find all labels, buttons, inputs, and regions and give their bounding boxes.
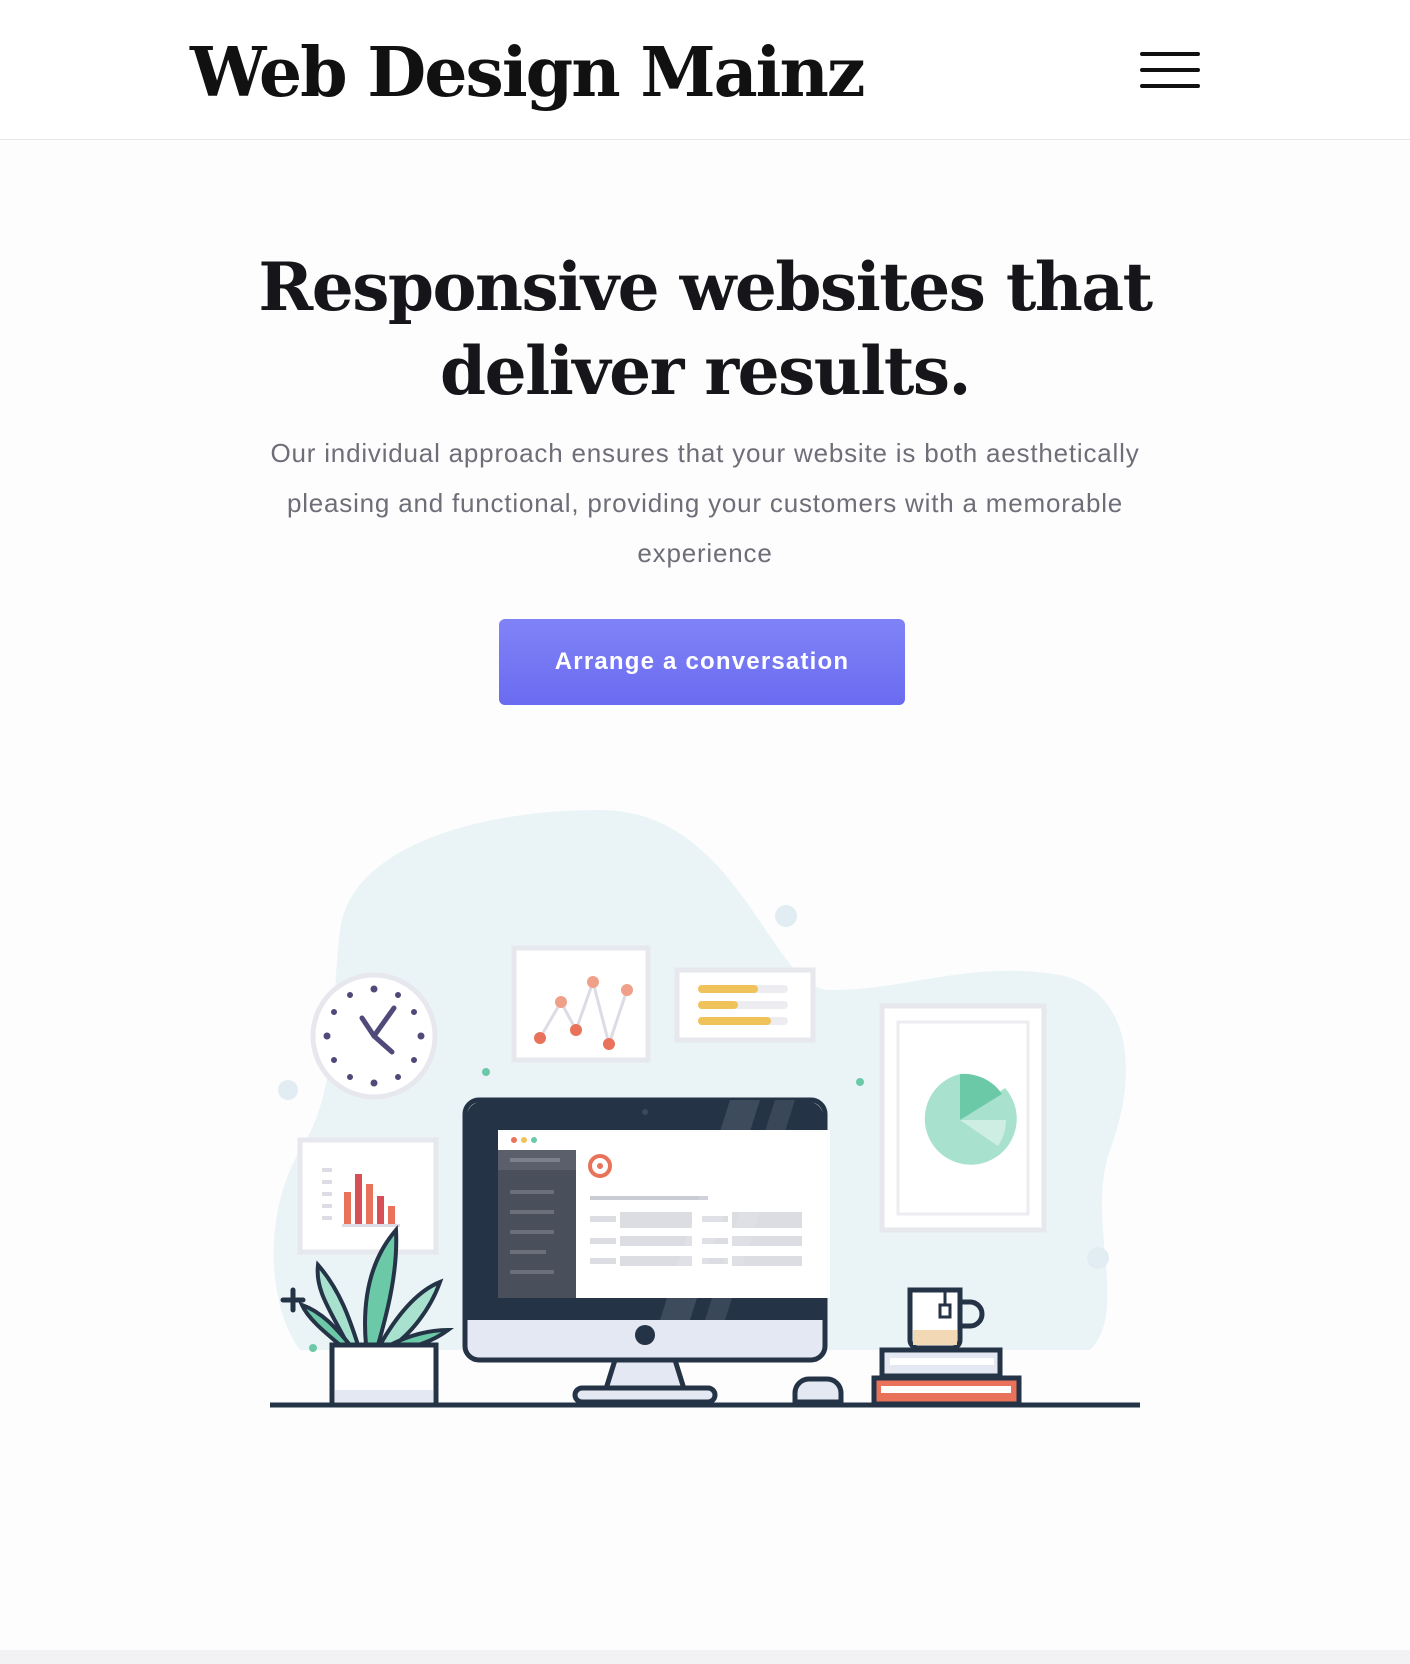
- workspace-illustration: [270, 810, 1140, 1408]
- decor-dot: [775, 905, 797, 927]
- arrange-conversation-button[interactable]: Arrange a conversation: [499, 619, 905, 705]
- decor-dot: [1087, 1247, 1109, 1269]
- site-header: Web Design Mainz: [0, 0, 1410, 140]
- decor-dot: [278, 1080, 298, 1100]
- hero-subtitle: Our individual approach ensures that you…: [270, 438, 1140, 568]
- book-stack-icon: [871, 1347, 1022, 1407]
- bar-chart-icon: [297, 1137, 439, 1255]
- hero-title-line-1: Responsive websites that: [258, 248, 1153, 326]
- pie-chart-icon: [879, 1003, 1047, 1233]
- decor-dot: [309, 1344, 317, 1352]
- clock-icon: [310, 972, 438, 1100]
- hamburger-menu-icon[interactable]: [1138, 50, 1202, 92]
- text-lines-icon: [674, 967, 816, 1043]
- hero-title: Responsive websites that deliver results…: [205, 245, 1205, 413]
- decor-dot: [856, 1078, 864, 1086]
- line-chart-icon: [511, 945, 651, 1063]
- hero-title-line-2: deliver results.: [440, 332, 971, 410]
- next-section-edge: [0, 1650, 1410, 1664]
- desktop-monitor-icon: [462, 1097, 830, 1405]
- mouse-icon: [792, 1376, 844, 1405]
- site-logo[interactable]: Web Design Mainz: [190, 30, 866, 116]
- decor-dot: [482, 1068, 490, 1076]
